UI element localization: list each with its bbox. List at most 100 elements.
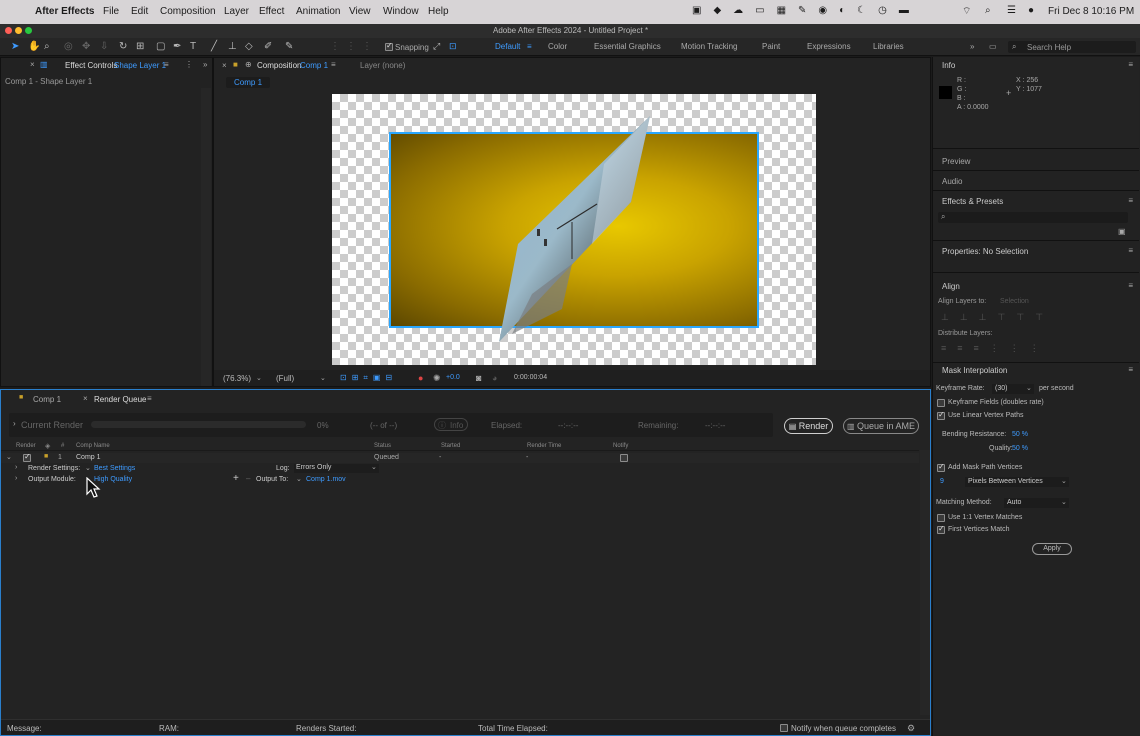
lock-icon[interactable]: ⊕ <box>245 60 252 69</box>
clone-stamp-tool-icon[interactable]: ⊥ <box>228 41 237 52</box>
render-settings-chevron-icon[interactable]: › <box>15 464 17 471</box>
resolution-dropdown[interactable]: (Full) <box>276 374 294 383</box>
header-notify[interactable]: Notify <box>613 443 628 449</box>
remove-output-module-icon[interactable]: – <box>246 474 250 483</box>
header-render-time[interactable]: Render Time <box>527 443 561 449</box>
search-help-field[interactable]: ⌕ Search Help <box>1008 41 1136 53</box>
add-output-module-icon[interactable]: + <box>233 473 239 484</box>
bending-value[interactable]: 50 % <box>1012 431 1028 438</box>
snapping-checkbox[interactable] <box>385 41 393 51</box>
comp-flowchart-chip[interactable]: Comp 1 <box>226 77 271 88</box>
bottom-tab-comp[interactable]: Comp 1 <box>33 395 61 404</box>
menu-animation[interactable]: Animation <box>296 6 340 17</box>
eraser-tool-icon[interactable]: ◇ <box>245 41 253 52</box>
type-tool-icon[interactable]: T <box>190 41 196 52</box>
siri-icon[interactable]: ● <box>1028 5 1034 16</box>
workspace-expressions[interactable]: Expressions <box>807 42 851 51</box>
current-time-display[interactable]: 0:00:00:04 <box>514 374 547 381</box>
exposure-value[interactable]: +0.0 <box>446 374 460 381</box>
render-queue-tab[interactable]: Render Queue <box>94 395 146 404</box>
current-render-chevron-icon[interactable]: › <box>13 419 16 428</box>
keyframe-rate-dropdown[interactable]: (30) ⌄ <box>992 384 1034 394</box>
menu-layer[interactable]: Layer <box>224 6 249 17</box>
effect-controls-scrollbar[interactable] <box>201 88 211 386</box>
workspace-default[interactable]: Default <box>495 42 520 51</box>
close-window-button[interactable] <box>5 27 12 34</box>
comp-panel-menu-icon[interactable]: ≡ <box>331 60 336 69</box>
rectangle-tool-icon[interactable]: ▢ <box>156 41 165 52</box>
puppet-tool-icon[interactable]: ✎ <box>285 41 293 52</box>
panel-layout-icon[interactable]: ▭ <box>989 42 997 51</box>
mask-interpolation-menu-icon[interactable]: ≡ <box>1128 365 1133 374</box>
composition-tab-name[interactable]: Comp 1 <box>300 61 328 70</box>
menu-window[interactable]: Window <box>383 6 419 17</box>
hand-tool-icon[interactable]: ✋ <box>28 41 40 52</box>
close-render-queue-tab-icon[interactable]: × <box>83 394 88 403</box>
menu-help[interactable]: Help <box>428 6 449 17</box>
orbit-tool-icon[interactable]: ◎ <box>64 41 73 52</box>
app-menu[interactable]: After Effects <box>35 6 94 17</box>
menu-file[interactable]: File <box>103 6 119 17</box>
menu-view[interactable]: View <box>349 6 371 17</box>
add-mask-vertices-checkbox[interactable] <box>937 462 945 472</box>
workspace-motion-tracking[interactable]: Motion Tracking <box>681 42 737 51</box>
layer-tab[interactable]: Layer (none) <box>360 61 405 70</box>
info-button[interactable]: ⓘ Info <box>434 418 468 431</box>
use-1-1-vertex-checkbox[interactable] <box>937 514 945 522</box>
matching-method-dropdown[interactable]: Auto ⌄ <box>1004 498 1069 508</box>
align-tools-icon[interactable]: ⋮⋮⋮ <box>330 41 378 52</box>
workspace-menu-icon[interactable]: ≡ <box>527 42 532 51</box>
quality-value[interactable]: 50 % <box>1012 445 1028 452</box>
zoom-window-button[interactable] <box>25 27 32 34</box>
composition-canvas[interactable] <box>332 94 816 365</box>
control-center-icon[interactable]: ☰ <box>1007 5 1016 16</box>
output-module-chevron-icon[interactable]: › <box>15 475 17 482</box>
vertices-mode-dropdown[interactable]: Pixels Between Vertices ⌄ <box>965 477 1069 487</box>
first-vertices-checkbox[interactable] <box>937 524 945 534</box>
anchor-tool-icon[interactable]: ⊞ <box>136 41 144 52</box>
zoom-dropdown[interactable]: (76.3%) <box>223 374 251 383</box>
zoom-tool-icon[interactable]: ⌕ <box>44 41 50 52</box>
notify-checkbox[interactable] <box>620 454 628 462</box>
apply-button[interactable]: Apply <box>1032 543 1072 555</box>
audio-section[interactable]: Audio <box>933 173 1139 191</box>
header-status[interactable]: Status <box>374 443 391 449</box>
item-label-color-icon[interactable]: ■ <box>44 453 48 460</box>
panel-overflow-icon[interactable]: ⋮ <box>185 60 193 69</box>
linear-vertex-checkbox[interactable] <box>937 410 945 420</box>
snap-options-icon[interactable]: ⤢ <box>433 41 440 52</box>
snapshot-icon[interactable]: ◙ <box>476 373 481 383</box>
render-button[interactable]: ▤ Render <box>784 418 833 434</box>
keyframe-fields-checkbox[interactable] <box>937 399 945 407</box>
effects-presets-menu-icon[interactable]: ≡ <box>1128 196 1133 205</box>
exposure-icon[interactable]: ✺ <box>433 373 441 384</box>
output-to-dropdown-icon[interactable]: ⌄ <box>296 475 302 483</box>
render-queue-scrollbar[interactable] <box>920 450 930 715</box>
more-panels-icon[interactable]: » <box>203 60 207 69</box>
header-render[interactable]: Render <box>16 443 36 449</box>
render-checkbox[interactable] <box>23 452 31 462</box>
pen-tool-icon[interactable]: ✒ <box>173 41 181 52</box>
properties-menu-icon[interactable]: ≡ <box>1128 246 1133 255</box>
align-menu-icon[interactable]: ≡ <box>1128 281 1133 290</box>
distribute-buttons[interactable]: ≡≡≡⋮⋮⋮ <box>941 343 1050 354</box>
close-tab-icon[interactable]: × <box>30 60 35 69</box>
workspace-color[interactable]: Color <box>548 42 567 51</box>
footage-layer-skewed[interactable] <box>332 94 816 365</box>
log-dropdown[interactable]: Errors Only ⌄ <box>294 464 379 473</box>
search-menubar-icon[interactable]: ⌕ <box>985 5 991 16</box>
align-buttons[interactable]: ⊥⊥⊥⊤⊤⊤ <box>941 312 1054 323</box>
preview-section[interactable]: Preview <box>933 153 1139 171</box>
roto-brush-tool-icon[interactable]: ✐ <box>264 41 272 52</box>
queue-in-ame-button[interactable]: ▥ Queue in AME <box>843 418 919 434</box>
color-channel-icon[interactable]: ● <box>418 373 423 383</box>
menu-effect[interactable]: Effect <box>259 6 284 17</box>
close-comp-tab-icon[interactable]: × <box>222 61 227 70</box>
workspace-essential-graphics[interactable]: Essential Graphics <box>594 42 661 51</box>
rotate-tool-icon[interactable]: ↻ <box>119 41 127 52</box>
output-to-value[interactable]: Comp 1.mov <box>306 476 346 483</box>
header-comp-name[interactable]: Comp Name <box>76 443 110 449</box>
composition-tab[interactable]: Composition <box>257 61 301 70</box>
render-settings-value[interactable]: Best Settings <box>94 465 135 472</box>
align-selection-dropdown[interactable]: Selection <box>1000 298 1029 305</box>
